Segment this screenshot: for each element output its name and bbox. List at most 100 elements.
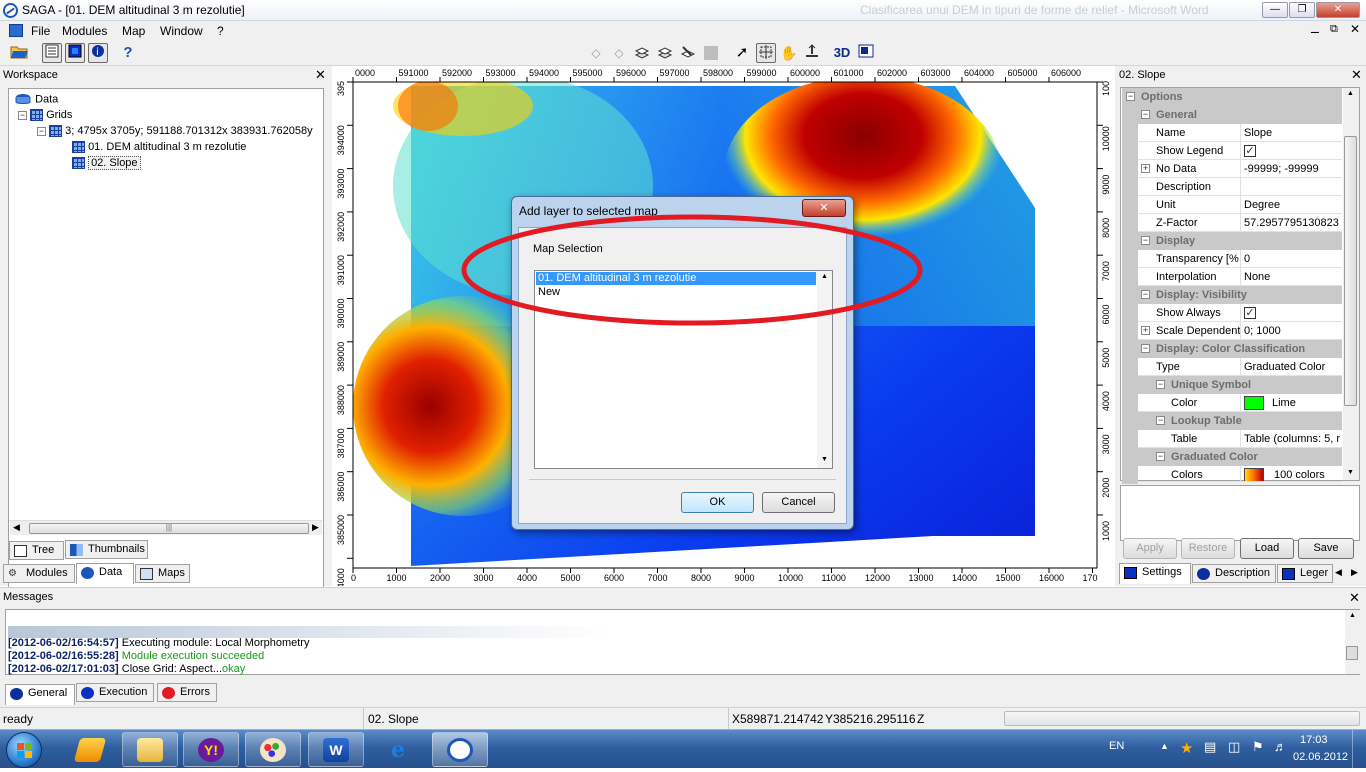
property-scroll-thumb[interactable] xyxy=(1344,136,1357,406)
prop-table[interactable]: Table Table (columns: 5, r xyxy=(1138,430,1342,448)
prop-color[interactable]: Color Lime xyxy=(1138,394,1342,412)
cancel-button[interactable]: Cancel xyxy=(762,492,835,513)
child-restore-button[interactable]: ⧉ xyxy=(1330,23,1338,36)
tab-scroll-left-icon[interactable]: ◀ xyxy=(1335,567,1342,578)
taskbar-app-paint[interactable] xyxy=(245,732,301,767)
language-indicator[interactable]: EN xyxy=(1109,740,1124,752)
help-icon[interactable]: ? xyxy=(118,43,138,63)
expand-icon[interactable]: + xyxy=(1141,164,1150,173)
cat-unique-symbol[interactable]: Unique Symbol xyxy=(1138,376,1342,394)
start-button[interactable] xyxy=(6,732,42,768)
tree-item-data[interactable]: Data xyxy=(14,93,58,106)
tab-legend[interactable]: Leger xyxy=(1277,564,1333,583)
select-arrow-icon[interactable]: ➚ xyxy=(732,43,752,63)
tab-data[interactable]: Data xyxy=(76,563,134,584)
tray-network-icon[interactable]: ◫ xyxy=(1228,739,1240,755)
tab-modules[interactable]: ⚙ Modules xyxy=(3,564,75,583)
open-folder-icon[interactable] xyxy=(9,43,29,63)
prop-z-factor[interactable]: Z-Factor 57.2957795130823 xyxy=(1138,214,1342,232)
menu-modules[interactable]: Modules xyxy=(62,24,107,38)
scroll-up-icon[interactable]: ▲ xyxy=(1347,90,1354,97)
workspace-toggle-icon[interactable] xyxy=(42,43,62,63)
workspace-close-icon[interactable]: ✕ xyxy=(315,67,326,83)
taskbar-app-explorer[interactable] xyxy=(122,732,178,767)
object-properties-icon[interactable] xyxy=(65,43,85,63)
cat-lookup-table[interactable]: Lookup Table xyxy=(1138,412,1342,430)
properties-close-icon[interactable]: ✕ xyxy=(1351,67,1362,83)
load-button[interactable]: Load xyxy=(1240,538,1294,559)
messages-close-icon[interactable]: ✕ xyxy=(1349,590,1360,606)
prop-name[interactable]: Name Slope xyxy=(1138,124,1342,142)
tab-scroll-right-icon[interactable]: ▶ xyxy=(1351,567,1358,578)
property-vscrollbar[interactable]: ▲ ▼ xyxy=(1343,88,1359,480)
workspace-hscrollbar[interactable]: ◀ ||| ▶ xyxy=(10,520,322,535)
messages-vscrollbar[interactable]: ▲ xyxy=(1345,610,1360,674)
tray-volume-icon[interactable]: ♬ xyxy=(1274,739,1287,754)
cat-options[interactable]: Options xyxy=(1138,88,1342,106)
save-button[interactable]: Save xyxy=(1298,538,1354,559)
menu-window[interactable]: Window xyxy=(160,24,203,38)
menu-map[interactable]: Map xyxy=(122,24,145,38)
color-ramp-swatch[interactable] xyxy=(1244,468,1264,481)
cat-color-classification[interactable]: Display: Color Classification xyxy=(1138,340,1342,358)
restore-button[interactable]: Restore xyxy=(1181,538,1235,559)
cat-graduated-color[interactable]: Graduated Color xyxy=(1138,448,1342,466)
ok-button[interactable]: OK xyxy=(681,492,754,513)
tab-thumbnails[interactable]: Thumbnails xyxy=(65,540,148,559)
minimize-button[interactable]: — xyxy=(1262,2,1288,18)
collapse-icon[interactable]: − xyxy=(1156,416,1165,425)
checkbox-checked-icon[interactable]: ✓ xyxy=(1244,145,1256,158)
collapse-icon[interactable]: − xyxy=(1156,380,1165,389)
tray-expand-icon[interactable]: ▲ xyxy=(1160,741,1169,751)
tree-item-dem[interactable]: 01. DEM altitudinal 3 m rezolutie xyxy=(72,141,246,154)
scroll-down-icon[interactable]: ▼ xyxy=(821,456,828,463)
prop-show-always[interactable]: Show Always ✓ xyxy=(1138,304,1342,322)
prop-interpolation[interactable]: Interpolation None xyxy=(1138,268,1342,286)
zoom-full-icon[interactable]: ◇ xyxy=(586,43,606,63)
zoom-back-icon[interactable]: ◇ xyxy=(609,43,629,63)
prop-colors[interactable]: Colors 100 colors xyxy=(1138,466,1342,482)
taskbar-app-saga[interactable] xyxy=(432,732,488,767)
prop-transparency[interactable]: Transparency [% 0 xyxy=(1138,250,1342,268)
child-close-button[interactable]: ✕ xyxy=(1350,22,1360,36)
tray-date[interactable]: 02.06.2012 xyxy=(1293,751,1348,763)
prop-unit[interactable]: Unit Degree xyxy=(1138,196,1342,214)
tray-flag-icon[interactable]: ⚑ xyxy=(1252,739,1264,755)
cat-general[interactable]: General xyxy=(1138,106,1342,124)
prop-scale-dependent[interactable]: Scale Dependent 0; 1000 xyxy=(1138,322,1342,340)
tray-star-icon[interactable]: ★ xyxy=(1180,739,1193,757)
prop-no-data[interactable]: No Data -99999; -99999 xyxy=(1138,160,1342,178)
zoom-tool-icon[interactable] xyxy=(756,43,776,63)
scroll-down-icon[interactable]: ▼ xyxy=(1347,469,1354,476)
cat-visibility[interactable]: Display: Visibility xyxy=(1138,286,1342,304)
scroll-left-icon[interactable]: ◀ xyxy=(13,522,20,533)
tray-device-icon[interactable]: ▤ xyxy=(1204,739,1216,755)
taskbar-app-yahoo[interactable]: Y! xyxy=(183,732,239,767)
expand-icon[interactable]: + xyxy=(1141,326,1150,335)
tab-maps[interactable]: Maps xyxy=(135,564,190,583)
tab-errors[interactable]: Errors xyxy=(157,683,217,702)
apply-button[interactable]: Apply xyxy=(1123,538,1177,559)
collapse-icon[interactable]: − xyxy=(1141,290,1150,299)
collapse-icon[interactable]: − xyxy=(1141,344,1150,353)
scroll-up-icon[interactable]: ▲ xyxy=(1349,612,1356,619)
color-swatch-lime[interactable] xyxy=(1244,396,1264,410)
close-window-button[interactable]: ✕ xyxy=(1316,2,1360,18)
map-sync-icon[interactable] xyxy=(632,43,652,63)
collapse-icon[interactable]: − xyxy=(1141,236,1150,245)
collapse-icon[interactable]: − xyxy=(37,126,46,136)
menu-help[interactable]: ? xyxy=(217,24,224,38)
collapse-icon[interactable]: − xyxy=(18,110,27,120)
collapse-icon[interactable]: − xyxy=(1156,452,1165,461)
maximize-button[interactable]: ❐ xyxy=(1289,2,1315,18)
messages-scroll-thumb[interactable] xyxy=(1346,646,1358,660)
tab-description[interactable]: Description xyxy=(1192,564,1276,583)
taskbar-app-winamp[interactable] xyxy=(62,732,118,767)
tab-tree[interactable]: Tree xyxy=(9,541,64,560)
map-layout-icon[interactable] xyxy=(856,43,876,63)
collapse-icon[interactable]: − xyxy=(1126,92,1135,101)
child-minimize-button[interactable]: ⚊ xyxy=(1310,23,1320,36)
prop-type[interactable]: Type Graduated Color xyxy=(1138,358,1342,376)
taskbar-app-ie[interactable]: e xyxy=(370,732,426,767)
menu-file[interactable]: File xyxy=(31,24,50,38)
